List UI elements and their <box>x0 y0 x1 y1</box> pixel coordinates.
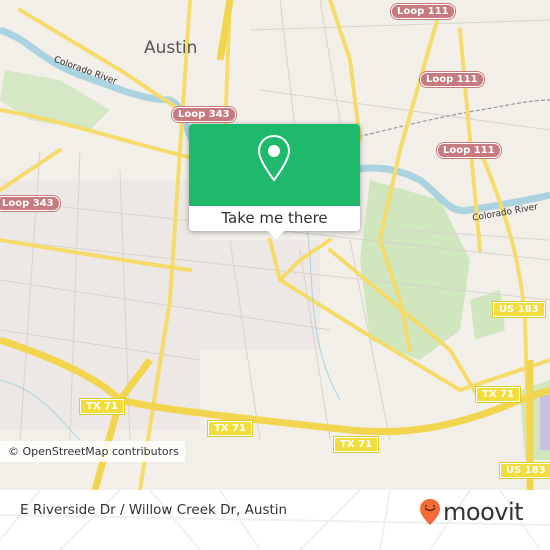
road-shield-loop-343: Loop 343 <box>172 107 236 122</box>
road-shield-loop-111: Loop 111 <box>391 4 455 19</box>
city-label-austin: Austin <box>144 38 198 58</box>
road-shield-tx-71: TX 71 <box>208 421 252 436</box>
map-attribution[interactable]: © OpenStreetMap contributors <box>0 441 185 462</box>
moovit-pin-icon <box>420 499 440 525</box>
map-pin-icon <box>257 134 291 182</box>
road-shield-tx-71: TX 71 <box>476 387 520 402</box>
location-title: E Riverside Dr / Willow Creek Dr, Austin <box>20 502 288 518</box>
moovit-logo-text: moovit <box>443 498 524 526</box>
popup-pointer <box>268 231 284 239</box>
road-shield-loop-111: Loop 111 <box>420 72 484 87</box>
map-view[interactable]: Austin Colorado River Colorado River Loo… <box>0 0 550 490</box>
road-shield-tx-71: TX 71 <box>334 437 378 452</box>
road-shield-loop-111: Loop 111 <box>437 143 501 158</box>
road-shield-loop-343: Loop 343 <box>0 196 60 211</box>
take-me-there-button[interactable]: Take me there <box>189 206 360 231</box>
destination-popup: Take me there <box>189 124 360 239</box>
footer-bar: E Riverside Dr / Willow Creek Dr, Austin… <box>0 490 550 550</box>
road-shield-us-183: US 183 <box>500 463 550 478</box>
road-shield-tx-71: TX 71 <box>80 399 124 414</box>
road-shield-us-183: US 183 <box>493 302 545 317</box>
popup-header <box>189 124 360 206</box>
moovit-logo[interactable]: moovit <box>419 498 524 526</box>
